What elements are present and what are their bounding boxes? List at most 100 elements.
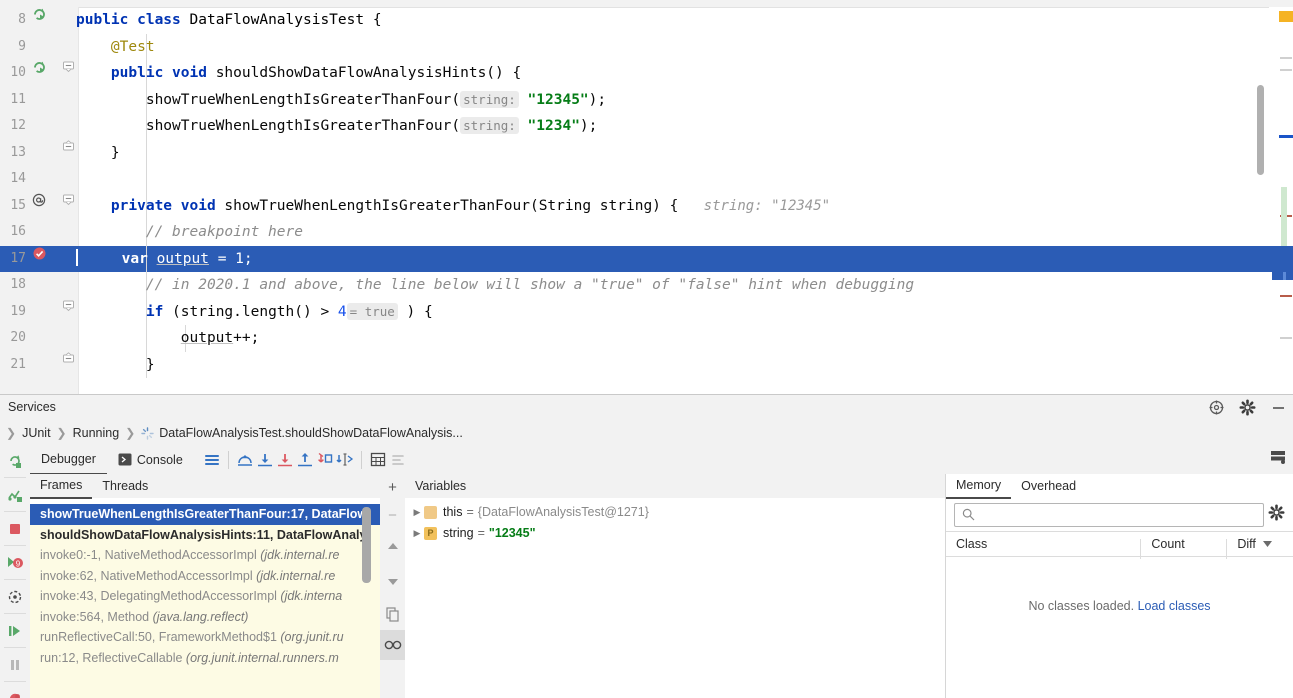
inlay-hint[interactable]: string:	[460, 91, 519, 108]
settings-target-icon[interactable]	[1208, 399, 1225, 416]
breakpoint-icon[interactable]	[32, 246, 52, 273]
tab-overhead[interactable]: Overhead	[1011, 475, 1086, 498]
layout-icon[interactable]	[202, 449, 222, 471]
code-text[interactable]: // in 2020.1 and above, the line below w…	[70, 272, 914, 299]
frame-row[interactable]: invoke0:-1, NativeMethodAccessorImpl (jd…	[30, 545, 380, 566]
column-header-diff[interactable]: Diff	[1227, 537, 1293, 551]
code-text[interactable]: }	[70, 352, 155, 379]
minimize-icon[interactable]	[1270, 399, 1287, 416]
services-header-actions[interactable]	[1208, 399, 1287, 416]
move-down-icon[interactable]	[380, 564, 405, 598]
tab-console[interactable]: Console	[107, 446, 194, 474]
column-header-count[interactable]: Count	[1141, 537, 1227, 551]
code-text[interactable]: showTrueWhenLengthIsGreaterThanFour(stri…	[70, 87, 606, 114]
memory-settings-gear-icon[interactable]	[1268, 504, 1285, 521]
frame-row[interactable]: run:12, ReflectiveCallable (org.junit.in…	[30, 648, 380, 669]
stop-icon[interactable]	[0, 513, 30, 544]
add-watch-icon[interactable]: +	[380, 474, 405, 500]
debug-actions-rail[interactable]: 9	[0, 445, 31, 698]
frames-pane-tabs[interactable]: Frames Threads	[30, 474, 380, 498]
frames-scrollbar-thumb[interactable]	[362, 507, 371, 583]
inlay-hint[interactable]: = true	[347, 303, 398, 320]
sort-icon[interactable]	[388, 449, 408, 471]
expand-arrow-icon[interactable]: ▶	[410, 502, 424, 523]
inlay-hint[interactable]: string:	[460, 117, 519, 134]
frame-row[interactable]: invoke:564, Method (java.lang.reflect)	[30, 607, 380, 628]
frames-list[interactable]: showTrueWhenLengthIsGreaterThanFour:17, …	[30, 504, 380, 698]
code-editor[interactable]: 8public class DataFlowAnalysisTest {9 @T…	[0, 0, 1293, 394]
run-to-cursor-icon[interactable]	[335, 449, 355, 471]
load-classes-link[interactable]: Load classes	[1138, 599, 1211, 613]
code-text[interactable]	[70, 166, 76, 193]
code-line-18[interactable]: 18 // in 2020.1 and above, the line belo…	[0, 272, 1293, 299]
code-line-19[interactable]: 19 if (string.length() > 4= true ) {	[0, 299, 1293, 326]
tab-memory[interactable]: Memory	[946, 474, 1011, 499]
watches-icon[interactable]	[380, 630, 405, 660]
code-line-10[interactable]: 10 public void shouldShowDataFlowAnalysi…	[0, 60, 1293, 87]
code-line-12[interactable]: 12 showTrueWhenLengthIsGreaterThanFour(s…	[0, 113, 1293, 140]
frame-row[interactable]: showTrueWhenLengthIsGreaterThanFour:17, …	[30, 504, 380, 525]
frames-side-actions[interactable]: + −	[380, 474, 406, 698]
code-text[interactable]: // breakpoint here	[70, 219, 303, 246]
rerun-failed-tests-icon[interactable]	[0, 479, 30, 510]
code-text[interactable]: @Test	[70, 34, 155, 61]
drop-frame-icon[interactable]	[315, 449, 335, 471]
code-text[interactable]: private void showTrueWhenLengthIsGreater…	[70, 193, 830, 220]
tab-variables[interactable]: Variables	[405, 475, 476, 498]
copy-icon[interactable]	[380, 598, 405, 630]
code-text[interactable]: public class DataFlowAnalysisTest {	[70, 7, 382, 34]
expand-arrow-icon[interactable]: ▶	[410, 523, 424, 544]
step-into-icon[interactable]	[255, 449, 275, 471]
pause-program-icon[interactable]	[0, 649, 30, 680]
breadcrumb-item-test[interactable]: DataFlowAnalysisTest.shouldShowDataFlowA…	[159, 426, 463, 440]
frame-row[interactable]: runReflectiveCall:50, FrameworkMethod$1 …	[30, 627, 380, 648]
restore-layout-icon[interactable]	[0, 683, 30, 698]
run-method-icon[interactable]	[32, 60, 52, 87]
code-line-8[interactable]: 8public class DataFlowAnalysisTest {	[0, 7, 1293, 34]
memory-table-header[interactable]: Class Count Diff	[946, 531, 1293, 557]
code-text[interactable]: showTrueWhenLengthIsGreaterThanFour(stri…	[70, 113, 597, 140]
view-breakpoints-icon[interactable]: 9	[0, 547, 30, 578]
code-line-9[interactable]: 9 @Test	[0, 34, 1293, 61]
tab-threads[interactable]: Threads	[92, 475, 158, 498]
code-line-20[interactable]: 20 output++;	[0, 325, 1293, 352]
code-text[interactable]: if (string.length() > 4= true ) {	[70, 299, 433, 326]
variables-list[interactable]: ▶this={DataFlowAnalysisTest@1271}▶Pstrin…	[405, 502, 945, 544]
frame-row[interactable]: invoke:43, DelegatingMethodAccessorImpl …	[30, 586, 380, 607]
code-text[interactable]: }	[70, 140, 120, 167]
code-lines[interactable]: 8public class DataFlowAnalysisTest {9 @T…	[0, 7, 1293, 394]
layout-settings-icon[interactable]	[1269, 449, 1287, 465]
tab-frames[interactable]: Frames	[30, 474, 92, 499]
sort-desc-icon[interactable]	[1263, 541, 1272, 547]
variable-row[interactable]: ▶Pstring="12345"	[405, 523, 945, 544]
code-line-21[interactable]: 21 }	[0, 352, 1293, 379]
memory-pane-tabs[interactable]: Memory Overhead	[946, 474, 1293, 498]
code-line-17[interactable]: 17 var output = 1;	[0, 246, 1293, 273]
tab-debugger[interactable]: Debugger	[30, 445, 107, 475]
evaluate-expression-icon[interactable]	[368, 449, 388, 471]
breadcrumb-item-running[interactable]: Running	[73, 426, 120, 440]
rerun-icon[interactable]	[0, 445, 30, 476]
remove-watch-icon[interactable]: −	[380, 500, 405, 530]
code-text[interactable]: public void shouldShowDataFlowAnalysisHi…	[70, 60, 521, 87]
debug-tabs-row[interactable]: Debugger Console	[30, 445, 1293, 475]
mute-breakpoints-icon[interactable]	[0, 581, 30, 612]
breadcrumb-item-junit[interactable]: JUnit	[22, 426, 50, 440]
code-text[interactable]: output++;	[70, 325, 259, 352]
code-line-11[interactable]: 11 showTrueWhenLengthIsGreaterThanFour(s…	[0, 87, 1293, 114]
step-over-icon[interactable]	[235, 449, 255, 471]
frame-row[interactable]: invoke:62, NativeMethodAccessorImpl (jdk…	[30, 566, 380, 587]
variables-pane-tabs[interactable]: Variables	[405, 474, 945, 498]
code-line-15[interactable]: 15 private void showTrueWhenLengthIsGrea…	[0, 193, 1293, 220]
memory-search-box[interactable]	[954, 503, 1264, 527]
column-header-class[interactable]: Class	[946, 537, 1141, 551]
resume-program-icon[interactable]	[0, 615, 30, 646]
force-step-into-icon[interactable]	[275, 449, 295, 471]
code-line-16[interactable]: 16 // breakpoint here	[0, 219, 1293, 246]
variable-row[interactable]: ▶this={DataFlowAnalysisTest@1271}	[405, 502, 945, 523]
gear-icon[interactable]	[1239, 399, 1256, 416]
move-up-icon[interactable]	[380, 530, 405, 564]
at-icon[interactable]	[32, 193, 52, 220]
step-out-icon[interactable]	[295, 449, 315, 471]
code-line-14[interactable]: 14	[0, 166, 1293, 193]
